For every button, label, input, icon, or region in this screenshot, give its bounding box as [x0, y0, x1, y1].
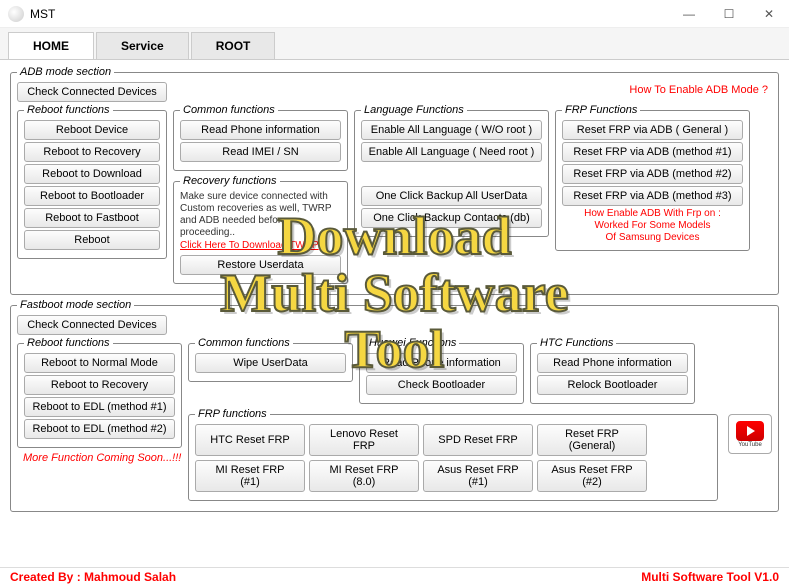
frp-method1-button[interactable]: Reset FRP via ADB (method #1) [562, 142, 743, 162]
frp-functions: FRP Functions Reset FRP via ADB ( Genera… [555, 104, 750, 251]
reboot-device-button[interactable]: Reboot Device [24, 120, 160, 140]
htc-relock-bootloader-button[interactable]: Relock Bootloader [537, 375, 688, 395]
frp-method3-button[interactable]: Reset FRP via ADB (method #3) [562, 186, 743, 206]
howto-adb-link[interactable]: How To Enable ADB Mode ? [629, 84, 768, 96]
adb-recovery-functions: Recovery functions Make sure device conn… [173, 175, 348, 284]
enable-lang-need-root-button[interactable]: Enable All Language ( Need root ) [361, 142, 542, 162]
fastboot-reboot-title: Reboot functions [24, 337, 113, 349]
language-title: Language Functions [361, 104, 467, 116]
fastboot-common-functions: Common functions Wipe UserData [188, 337, 353, 382]
fb-reboot-recovery-button[interactable]: Reboot to Recovery [24, 375, 175, 395]
enable-lang-wo-root-button[interactable]: Enable All Language ( W/O root ) [361, 120, 542, 140]
download-twrp-link[interactable]: Click Here To Download TWRP [180, 240, 341, 251]
created-by: Created By : Mahmoud Salah [10, 570, 176, 584]
adb-section: ADB mode section How To Enable ADB Mode … [10, 66, 779, 295]
tab-service[interactable]: Service [96, 32, 189, 59]
asus-reset-frp1-button[interactable]: Asus Reset FRP (#1) [423, 460, 533, 492]
minimize-button[interactable]: — [669, 0, 709, 28]
more-function-soon: More Function Coming Soon...!!! [23, 452, 182, 464]
reboot-button[interactable]: Reboot [24, 230, 160, 250]
lenovo-reset-frp-button[interactable]: Lenovo Reset FRP [309, 424, 419, 456]
huawei-check-bootloader-button[interactable]: Check Bootloader [366, 375, 517, 395]
huawei-functions: Huawei Functions Read Phone information … [359, 337, 524, 404]
reboot-fastboot-button[interactable]: Reboot to Fastboot [24, 208, 160, 228]
reboot-edl2-button[interactable]: Reboot to EDL (method #2) [24, 419, 175, 439]
footer: Created By : Mahmoud Salah Multi Softwar… [0, 567, 789, 586]
read-imei-button[interactable]: Read IMEI / SN [180, 142, 341, 162]
fastboot-common-title: Common functions [195, 337, 293, 349]
mi-reset-frp1-button[interactable]: MI Reset FRP (#1) [195, 460, 305, 492]
adb-check-devices-button[interactable]: Check Connected Devices [17, 82, 167, 102]
reboot-download-button[interactable]: Reboot to Download [24, 164, 160, 184]
recovery-note: Make sure device connected with Custom r… [180, 191, 341, 239]
huawei-read-phone-button[interactable]: Read Phone information [366, 353, 517, 373]
version-label: Multi Software Tool V1.0 [641, 570, 779, 584]
youtube-label: YouTube [738, 442, 762, 448]
backup-contacts-button[interactable]: One Click Backup Contacts (db) [361, 208, 542, 228]
maximize-button[interactable]: ☐ [709, 0, 749, 28]
adb-reboot-title: Reboot functions [24, 104, 113, 116]
reboot-edl1-button[interactable]: Reboot to EDL (method #1) [24, 397, 175, 417]
frp-title: FRP Functions [562, 104, 640, 116]
adb-common-title: Common functions [180, 104, 278, 116]
htc-title: HTC Functions [537, 337, 616, 349]
close-button[interactable]: ✕ [749, 0, 789, 28]
reboot-bootloader-button[interactable]: Reboot to Bootloader [24, 186, 160, 206]
asus-reset-frp2-button[interactable]: Asus Reset FRP (#2) [537, 460, 647, 492]
tab-root[interactable]: ROOT [191, 32, 276, 59]
fastboot-frp-title: FRP functions [195, 408, 270, 420]
youtube-icon [736, 421, 764, 441]
restore-userdata-button[interactable]: Restore Userdata [180, 255, 341, 275]
frp-general-button[interactable]: Reset FRP via ADB ( General ) [562, 120, 743, 140]
mi-reset-frp8-button[interactable]: MI Reset FRP (8.0) [309, 460, 419, 492]
window-title: MST [30, 7, 669, 21]
youtube-button[interactable]: YouTube [728, 414, 772, 454]
wipe-userdata-button[interactable]: Wipe UserData [195, 353, 346, 373]
adb-recovery-title: Recovery functions [180, 175, 280, 187]
fastboot-frp-functions: FRP functions HTC Reset FRP Lenovo Reset… [188, 408, 718, 501]
titlebar: MST — ☐ ✕ [0, 0, 789, 28]
fastboot-section: Fastboot mode section Check Connected De… [10, 299, 779, 512]
adb-section-title: ADB mode section [17, 66, 114, 78]
adb-reboot-functions: Reboot functions Reboot Device Reboot to… [17, 104, 167, 259]
fastboot-section-title: Fastboot mode section [17, 299, 134, 311]
htc-read-phone-button[interactable]: Read Phone information [537, 353, 688, 373]
fastboot-reboot-functions: Reboot functions Reboot to Normal Mode R… [17, 337, 182, 448]
tab-home[interactable]: HOME [8, 32, 94, 59]
huawei-title: Huawei Functions [366, 337, 459, 349]
htc-reset-frp-button[interactable]: HTC Reset FRP [195, 424, 305, 456]
app-icon [8, 6, 24, 22]
spd-reset-frp-button[interactable]: SPD Reset FRP [423, 424, 533, 456]
frp-note: How Enable ADB With Frp on : Worked For … [562, 208, 743, 244]
language-functions: Language Functions Enable All Language (… [354, 104, 549, 237]
reboot-recovery-button[interactable]: Reboot to Recovery [24, 142, 160, 162]
htc-functions: HTC Functions Read Phone information Rel… [530, 337, 695, 404]
backup-userdata-button[interactable]: One Click Backup All UserData [361, 186, 542, 206]
reset-frp-general-button[interactable]: Reset FRP (General) [537, 424, 647, 456]
main-tabs: HOME Service ROOT [0, 28, 789, 60]
read-phone-info-button[interactable]: Read Phone information [180, 120, 341, 140]
adb-common-functions: Common functions Read Phone information … [173, 104, 348, 171]
reboot-normal-button[interactable]: Reboot to Normal Mode [24, 353, 175, 373]
fastboot-check-devices-button[interactable]: Check Connected Devices [17, 315, 167, 335]
frp-method2-button[interactable]: Reset FRP via ADB (method #2) [562, 164, 743, 184]
